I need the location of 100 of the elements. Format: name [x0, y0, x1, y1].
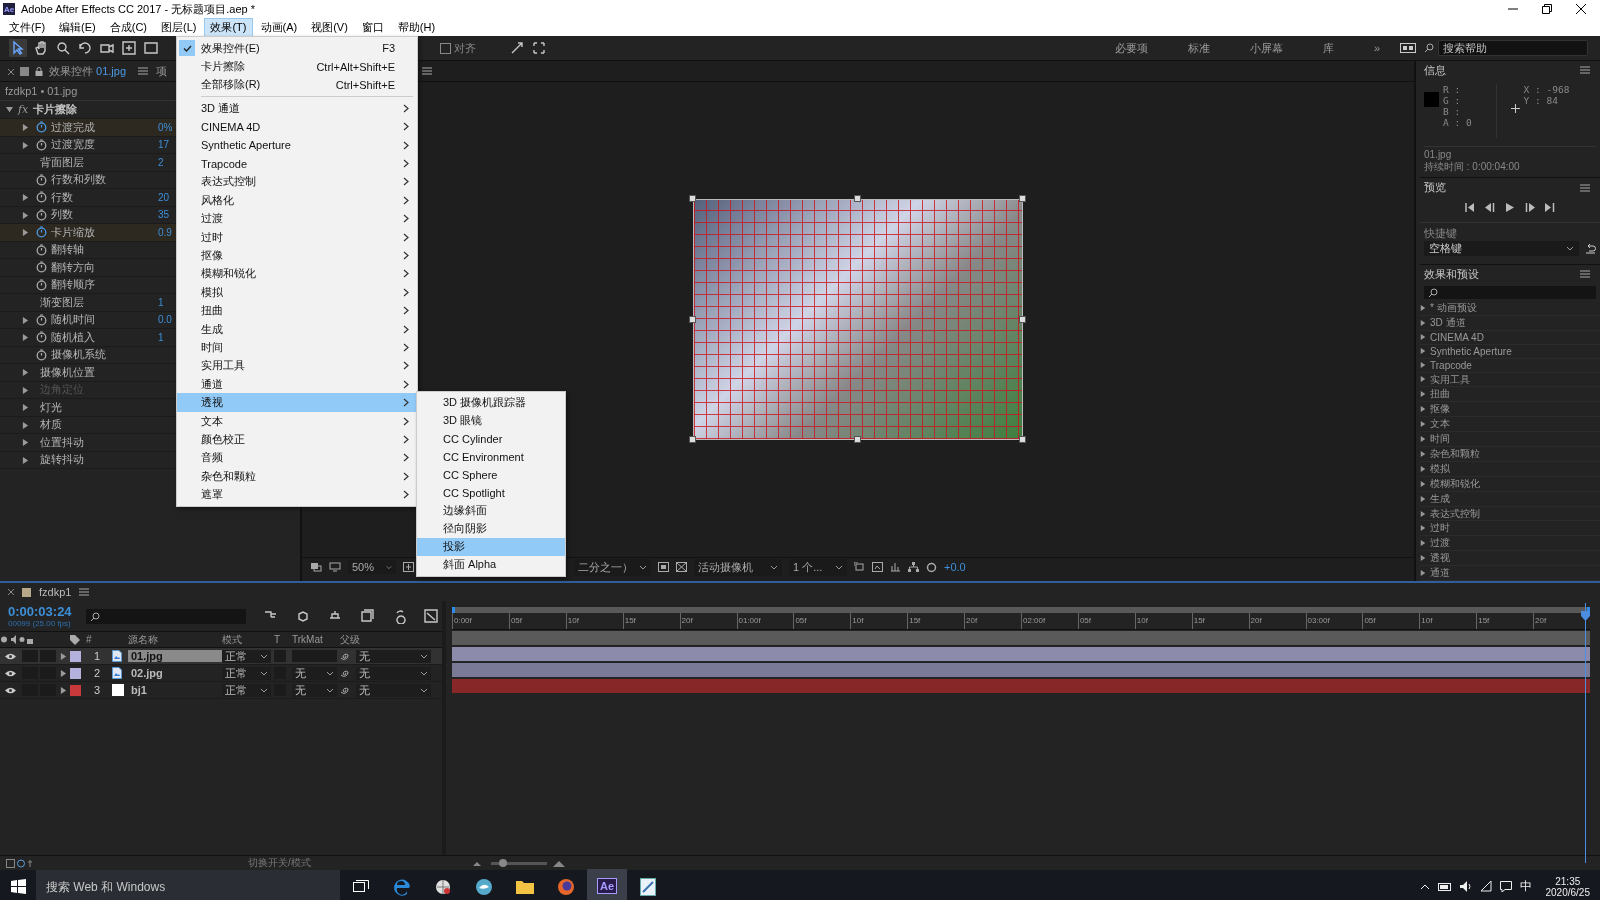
track-matte-dropdown[interactable]: 无	[292, 666, 337, 680]
rotate-tool-icon[interactable]	[77, 40, 93, 56]
grid-tool-icon[interactable]	[531, 40, 547, 56]
effects-search-field[interactable]	[1424, 285, 1596, 299]
twirl-icon[interactable]	[22, 229, 29, 237]
stopwatch-icon[interactable]	[36, 243, 47, 256]
camera-dropdown[interactable]: 活动摄像机	[694, 558, 782, 576]
layer-name[interactable]: 02.jpg	[128, 667, 222, 679]
effect-category[interactable]: 模拟	[1420, 461, 1600, 477]
zoom-out-icon[interactable]	[472, 860, 481, 866]
more-workspaces[interactable]: »	[1353, 42, 1400, 54]
stopwatch-icon[interactable]	[36, 348, 47, 361]
selection-tool-icon[interactable]	[9, 39, 27, 57]
workspace-tab[interactable]: 必要项	[1094, 40, 1168, 56]
help-search-field[interactable]: 搜索帮助	[1438, 40, 1588, 56]
safe-margins-icon[interactable]	[403, 562, 414, 572]
transform-handle[interactable]	[854, 436, 861, 443]
hand-tool-icon[interactable]	[33, 40, 49, 56]
snap-checkbox[interactable]: 对齐	[440, 40, 476, 56]
zoom-tool-icon[interactable]	[55, 40, 71, 56]
effect-category[interactable]: 时间	[1420, 432, 1600, 447]
menu-item[interactable]: 投影	[417, 537, 565, 556]
menu-bar-item[interactable]: 文件(F)	[4, 18, 51, 36]
visibility-eye-icon[interactable]	[5, 686, 16, 694]
parent-dropdown[interactable]: 无	[356, 649, 431, 663]
twirl-icon[interactable]	[60, 686, 67, 694]
play-icon[interactable]	[1505, 202, 1515, 212]
menu-item[interactable]: 3D 眼镜	[417, 411, 565, 430]
snap-tool-icon[interactable]	[509, 40, 525, 56]
previous-frame-icon[interactable]	[1485, 202, 1495, 212]
transform-handle[interactable]	[1019, 436, 1026, 443]
menu-bar-item[interactable]: 图层(L)	[156, 18, 202, 36]
resolution-dropdown[interactable]: 二分之一）	[574, 558, 651, 576]
layer-row[interactable]: 1 01.jpg 正常 无	[0, 648, 442, 665]
menu-item[interactable]: CC Cylinder	[417, 429, 565, 448]
effect-category[interactable]: 模糊和锐化	[1420, 476, 1600, 492]
effect-category[interactable]: Trapcode	[1420, 358, 1600, 373]
layer-name[interactable]: 01.jpg	[128, 650, 222, 662]
twirl-icon[interactable]	[1420, 480, 1426, 487]
twirl-icon[interactable]	[1420, 510, 1426, 517]
twirl-icon[interactable]	[1420, 465, 1426, 472]
menu-item[interactable]: 遮罩	[177, 485, 417, 504]
panel-tab[interactable]: 效果控件 01.jpg	[49, 63, 127, 79]
slider-thumb[interactable]	[499, 858, 508, 867]
twirl-icon[interactable]	[22, 369, 29, 377]
twirl-icon[interactable]	[1420, 495, 1426, 502]
menu-bar-item[interactable]: 动画(A)	[255, 18, 303, 36]
chevron-up-icon[interactable]	[1419, 883, 1430, 890]
menu-bar-item[interactable]: 窗口	[356, 18, 389, 36]
menu-icon[interactable]	[422, 67, 432, 75]
menu-icon[interactable]	[1580, 270, 1590, 279]
graph-editor-icon[interactable]	[423, 608, 439, 624]
workspace-tab[interactable]: 标准	[1167, 40, 1230, 56]
twirl-icon[interactable]	[1420, 391, 1426, 398]
transform-handle[interactable]	[689, 436, 696, 443]
clock[interactable]: 21:35 2020/6/25	[1545, 875, 1590, 898]
toggle-switches-modes[interactable]: 切换开关/模式	[248, 856, 311, 870]
exposure-value[interactable]: +0.0	[944, 561, 966, 573]
windows-start-icon[interactable]	[10, 879, 26, 894]
effect-category[interactable]: 文本	[1420, 417, 1600, 433]
layer-row[interactable]: 2 02.jpg 正常 无 无	[0, 665, 442, 682]
panel-toggle-icon[interactable]	[1400, 43, 1416, 53]
twirl-icon[interactable]	[22, 141, 29, 149]
stopwatch-icon[interactable]	[36, 226, 47, 239]
effect-category[interactable]: Synthetic Aperture	[1420, 344, 1600, 359]
stopwatch-icon[interactable]	[36, 173, 47, 186]
twirl-icon[interactable]	[60, 652, 67, 660]
twirl-icon[interactable]	[22, 124, 29, 132]
menu-bar-item[interactable]: 编辑(E)	[54, 18, 101, 36]
menu-icon[interactable]	[79, 588, 90, 596]
first-frame-icon[interactable]	[1465, 202, 1475, 212]
transform-handle[interactable]	[854, 195, 861, 202]
snapshot-icon[interactable]	[310, 562, 322, 572]
chart-icon[interactable]	[890, 562, 901, 572]
track-matte-dropdown[interactable]: 无	[292, 683, 337, 697]
stopwatch-icon[interactable]	[36, 313, 47, 326]
input-method-indicator[interactable]: 中	[1519, 878, 1532, 895]
mode-dropdown[interactable]: 正常	[222, 649, 271, 663]
stopwatch-icon[interactable]	[36, 331, 47, 344]
transform-handle[interactable]	[1019, 315, 1026, 323]
twirl-icon[interactable]	[1420, 540, 1426, 547]
lock-icon[interactable]	[35, 66, 43, 76]
twirl-icon[interactable]	[6, 106, 13, 113]
menu-bar-item[interactable]: 合成(C)	[104, 18, 152, 36]
twirl-icon[interactable]	[1420, 334, 1426, 340]
workspace-tab[interactable]: 小屏幕	[1229, 40, 1303, 56]
menu-bar-item[interactable]: 效果(T)	[205, 18, 252, 36]
twirl-icon[interactable]	[22, 421, 29, 429]
twirl-icon[interactable]	[1420, 348, 1426, 354]
twirl-icon[interactable]	[1420, 319, 1426, 326]
menu-icon[interactable]	[1580, 183, 1590, 192]
twirl-icon[interactable]	[22, 211, 29, 219]
monitor-icon[interactable]	[329, 562, 341, 572]
effect-category[interactable]: 抠像	[1420, 402, 1600, 418]
menu-icon[interactable]	[1580, 66, 1590, 75]
reset-icon[interactable]	[1585, 242, 1596, 254]
visibility-eye-icon[interactable]	[5, 652, 16, 660]
effect-category[interactable]: 杂色和颗粒	[1420, 447, 1600, 462]
time-indicator-handle[interactable]	[1581, 611, 1590, 621]
stopwatch-icon[interactable]	[36, 121, 47, 134]
